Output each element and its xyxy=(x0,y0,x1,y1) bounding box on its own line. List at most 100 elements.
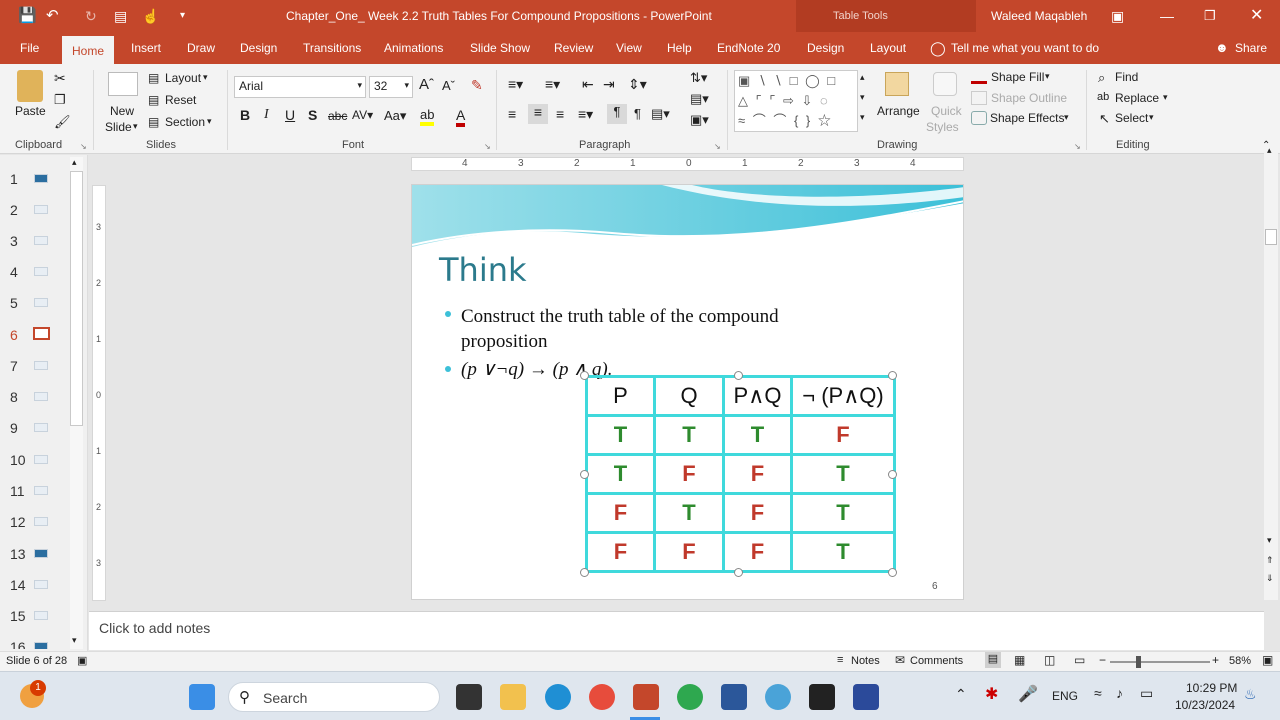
line-spacing-icon[interactable]: ⇕▾ xyxy=(628,76,647,93)
quick-styles-label-2[interactable]: Styles xyxy=(926,120,959,134)
bullet-text-line-2[interactable]: proposition xyxy=(461,331,548,353)
resize-handle[interactable] xyxy=(580,371,589,380)
highlight-icon[interactable]: ab xyxy=(420,107,435,126)
file-explorer-icon[interactable] xyxy=(500,684,526,710)
security-icon[interactable]: ✱ xyxy=(985,684,998,704)
screen-recorder-icon[interactable] xyxy=(853,684,879,710)
reset-button[interactable]: Reset xyxy=(165,93,196,107)
slide-thumbnail[interactable]: 11 xyxy=(0,475,70,505)
header-p-and-q[interactable]: P∧Q xyxy=(722,375,793,417)
slide-thumbnail[interactable]: 13 xyxy=(0,538,70,568)
select-button[interactable]: Select xyxy=(1115,111,1148,125)
clock-time[interactable]: 10:29 PM xyxy=(1186,681,1237,695)
redo-icon[interactable]: ↻ xyxy=(85,0,97,32)
underline-icon[interactable]: U xyxy=(285,107,295,123)
slide-thumbnail[interactable]: 12 xyxy=(0,506,70,536)
tab-view[interactable]: View xyxy=(616,32,642,64)
notes-toggle[interactable]: Notes xyxy=(851,655,880,667)
canvas-scrollbar[interactable]: ▴ ▾ ⇑ ⇓ xyxy=(1264,145,1278,600)
tab-review[interactable]: Review xyxy=(554,32,593,64)
slide-thumbnail[interactable]: 4 xyxy=(0,256,70,286)
decrease-font-icon[interactable]: Aˇ xyxy=(442,78,455,93)
new-slide-icon[interactable] xyxy=(108,72,138,96)
italic-icon[interactable]: I xyxy=(264,107,269,123)
restore-icon[interactable]: ❐ xyxy=(1204,0,1216,32)
slide-thumbnail[interactable]: 10 xyxy=(0,444,70,474)
chrome-icon[interactable] xyxy=(589,684,615,710)
save-icon[interactable]: 💾 xyxy=(18,0,37,32)
header-q[interactable]: Q xyxy=(653,375,725,417)
edge-browser-icon[interactable] xyxy=(545,684,571,710)
gallery-more-icon[interactable]: ▾ xyxy=(860,112,865,123)
table-cell[interactable]: F xyxy=(722,492,793,534)
decrease-indent-icon[interactable]: ⇤ xyxy=(582,76,594,93)
fit-to-window-icon[interactable]: ▣ xyxy=(1262,653,1273,667)
slide-thumbnail[interactable]: 16 xyxy=(0,631,70,649)
slide-thumbnail-selected[interactable]: 6 xyxy=(0,319,70,349)
table-cell[interactable]: T xyxy=(790,453,896,495)
tab-slide-show[interactable]: Slide Show xyxy=(470,32,530,64)
ribbon-display-icon[interactable]: ▣ xyxy=(1111,0,1124,32)
change-case-icon[interactable]: Aa▾ xyxy=(384,108,406,124)
scrollbar-thumb[interactable] xyxy=(70,171,83,426)
font-name-box[interactable]: Arial ▾ xyxy=(234,76,366,98)
numbering-icon[interactable]: ≡▾ xyxy=(545,76,560,93)
justify-icon[interactable]: ≡▾ xyxy=(578,106,593,123)
chevron-down-icon[interactable]: ▾ xyxy=(203,72,208,83)
resize-handle[interactable] xyxy=(734,568,743,577)
thumbnail-scrollbar[interactable]: ▴ ▾ xyxy=(70,157,83,649)
copy-icon[interactable]: ❐ xyxy=(54,92,66,108)
slide-canvas[interactable]: Think Construct the truth table of the c… xyxy=(411,184,964,600)
resize-handle[interactable] xyxy=(734,371,743,380)
table-cell[interactable]: T xyxy=(585,453,656,495)
smartart-icon[interactable]: ▣▾ xyxy=(690,112,709,128)
increase-font-icon[interactable]: Aˆ xyxy=(419,76,434,93)
format-painter-icon[interactable]: 🖌 xyxy=(54,114,71,130)
next-slide-icon[interactable]: ⇓ xyxy=(1266,573,1274,584)
slide-thumbnail[interactable]: 15 xyxy=(0,600,70,630)
shapes-gallery[interactable]: ▣ ∖ ∖ □ ◯ □ △ ⌜ ⌜ ⇨ ⇩ ◌ ≈ ⌒ ⌒ { } ☆ xyxy=(734,70,858,132)
align-text-icon[interactable]: ▤▾ xyxy=(690,91,709,107)
wifi-icon[interactable]: ≈ xyxy=(1094,685,1102,701)
slide-thumbnail[interactable]: 7 xyxy=(0,350,70,380)
slide-thumbnail[interactable]: 9 xyxy=(0,412,70,442)
tab-endnote[interactable]: EndNote 20 xyxy=(717,32,780,64)
slide-thumbnail[interactable]: 2 xyxy=(0,194,70,224)
tab-file[interactable]: File xyxy=(20,32,39,64)
drawing-launcher-icon[interactable]: ↘ xyxy=(1074,142,1081,151)
zoom-slider-thumb[interactable] xyxy=(1136,656,1141,668)
truth-table[interactable]: P Q P∧Q ¬ (P∧Q) T T T F T F F T F T F T … xyxy=(585,375,896,573)
arrange-icon[interactable] xyxy=(885,72,909,96)
tab-home[interactable]: Home xyxy=(62,36,115,64)
customize-qat-icon[interactable]: ▾ xyxy=(180,0,185,32)
scroll-down-icon[interactable]: ▾ xyxy=(1267,535,1272,546)
normal-view-icon[interactable]: ▤ xyxy=(985,652,1001,668)
table-cell[interactable]: T xyxy=(790,531,896,573)
zoom-in-icon[interactable]: + xyxy=(1212,653,1219,667)
header-not-p-and-q[interactable]: ¬ (P∧Q) xyxy=(790,375,896,417)
slide-thumbnail[interactable]: 14 xyxy=(0,569,70,599)
bold-icon[interactable]: B xyxy=(240,107,250,123)
text-direction-ltr-icon[interactable]: ¶ xyxy=(607,104,627,124)
zoom-level[interactable]: 58% xyxy=(1229,655,1251,667)
tab-table-layout[interactable]: Layout xyxy=(870,32,906,64)
resize-handle[interactable] xyxy=(888,470,897,479)
share-button[interactable]: Share xyxy=(1235,32,1267,64)
previous-slide-icon[interactable]: ⇑ xyxy=(1266,555,1274,566)
chevron-down-icon[interactable]: ▾ xyxy=(133,121,138,132)
zoom-out-icon[interactable]: − xyxy=(1099,653,1106,667)
close-icon[interactable]: ✕ xyxy=(1250,0,1263,32)
taskbar-search[interactable]: ⚲ Search xyxy=(228,682,440,712)
shape-fill-button[interactable]: Shape Fill xyxy=(991,70,1044,84)
chevron-down-icon[interactable]: ▾ xyxy=(1064,112,1069,123)
language-indicator[interactable]: ENG xyxy=(1052,689,1078,703)
minimize-icon[interactable]: — xyxy=(1160,0,1174,32)
word-icon[interactable] xyxy=(721,684,747,710)
present-icon[interactable]: ▤ xyxy=(114,0,127,32)
text-shadow-icon[interactable]: S xyxy=(308,107,317,123)
increase-indent-icon[interactable]: ⇥ xyxy=(603,76,615,93)
volume-icon[interactable]: ♪ xyxy=(1116,685,1123,701)
layout-button[interactable]: Layout xyxy=(165,71,201,85)
font-size-box[interactable]: 32 ▾ xyxy=(369,76,413,98)
slide-thumbnail[interactable]: 3 xyxy=(0,225,70,255)
